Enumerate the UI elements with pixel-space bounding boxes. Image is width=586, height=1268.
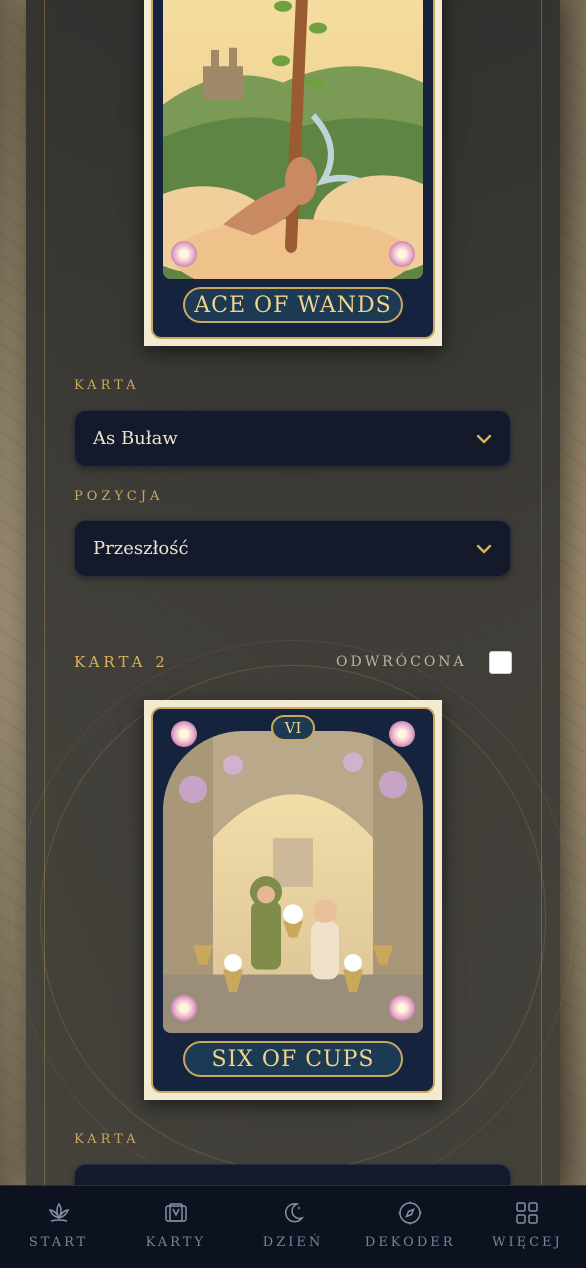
card-2-numeral: VI: [271, 715, 315, 741]
nav-label-start: START: [28, 1235, 89, 1250]
nav-label-karty: KARTY: [145, 1235, 206, 1250]
card-2-card-label: KARTA: [74, 1132, 140, 1147]
lotus-icon: [48, 1202, 69, 1222]
tarot-card-2: VI SIX OF CUPS: [144, 700, 442, 1100]
chevron-down-icon: [476, 544, 492, 553]
nav-item-wiecej[interactable]: WIĘCEJ: [469, 1186, 586, 1268]
cards-icon: [165, 1203, 187, 1222]
card-1-title: ACE OF WANDS: [183, 287, 403, 323]
card-1-position-select[interactable]: Przeszłość: [74, 520, 511, 577]
moon-icon: [284, 1202, 305, 1223]
compass-icon: [398, 1201, 422, 1225]
reversed-label: ODWRÓCONA: [336, 654, 467, 670]
tarot-card-1: ACE OF WANDS: [144, 0, 442, 346]
card-2-section-title: KARTA 2: [74, 653, 169, 671]
card-1-frame: ACE OF WANDS: [151, 0, 435, 339]
lotus-ornament-icon: [171, 241, 197, 267]
card-1-position-value: Przeszłość: [93, 538, 189, 559]
lotus-ornament-icon: [389, 995, 415, 1021]
card-1-card-select[interactable]: As Buław: [74, 410, 511, 467]
card-1-art: [163, 0, 423, 279]
lotus-ornament-icon: [171, 995, 197, 1021]
lotus-ornament-icon: [389, 241, 415, 267]
reversed-checkbox[interactable]: [489, 651, 512, 674]
bottom-nav: START KARTY DZIEŃ DEKODER WIĘCEJ: [0, 1185, 586, 1268]
nav-item-start[interactable]: START: [0, 1186, 117, 1268]
nav-label-wiecej: WIĘCEJ: [492, 1235, 563, 1250]
chevron-down-icon: [476, 434, 492, 443]
nav-label-dekoder: DEKODER: [364, 1235, 456, 1250]
nav-label-dzien: DZIEŃ: [262, 1235, 324, 1250]
card-1-card-label: KARTA: [74, 378, 140, 393]
card-2-art: [163, 731, 423, 1033]
grid-icon: [516, 1202, 539, 1224]
card-1-card-value: As Buław: [93, 428, 178, 449]
nav-item-dekoder[interactable]: DEKODER: [352, 1186, 469, 1268]
card-2-frame: VI SIX OF CUPS: [151, 707, 435, 1093]
card-1-position-label: POZYCJA: [74, 489, 164, 504]
lotus-ornament-icon: [171, 721, 197, 747]
card-2-title: SIX OF CUPS: [183, 1041, 403, 1077]
nav-item-karty[interactable]: KARTY: [117, 1186, 234, 1268]
nav-item-dzien[interactable]: DZIEŃ: [234, 1186, 351, 1268]
lotus-ornament-icon: [389, 721, 415, 747]
